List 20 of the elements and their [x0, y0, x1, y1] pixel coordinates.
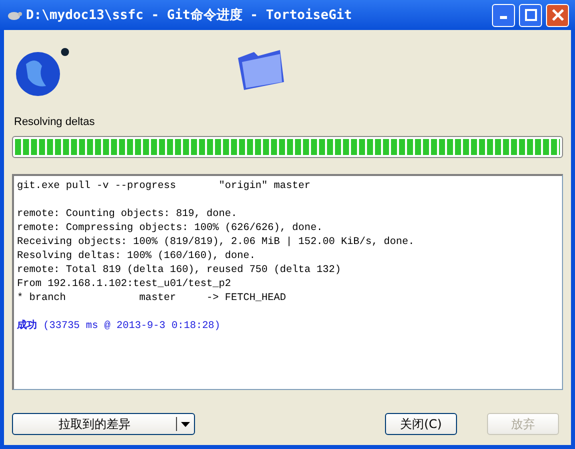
- caret-icon: [181, 422, 190, 426]
- log-line: remote: Counting objects: 819, done.: [17, 208, 238, 222]
- diff-button[interactable]: 拉取到的差异: [13, 414, 176, 434]
- log-line: Resolving deltas: 100% (160/160), done.: [17, 250, 256, 264]
- maximize-icon: [524, 9, 536, 21]
- log-line: * branch master -> FETCH_HEAD: [17, 292, 286, 306]
- log-line: From 192.168.1.102:test_u01/test_p2: [17, 278, 231, 292]
- close-dialog-button[interactable]: 关闭(C): [385, 413, 457, 435]
- log-line: git.exe pull -v --progress "origin" master: [17, 180, 310, 194]
- log-line: remote: Total 819 (delta 160), reused 750 (delta 132): [17, 264, 342, 278]
- window-title: D:\mydoc13\ssfc - Git命令进度 - TortoiseGit: [26, 6, 353, 24]
- log-line: remote: Compressing objects: 100% (626/626), done.: [17, 222, 323, 236]
- status-label: Resolving deltas: [14, 116, 96, 128]
- maximize-button[interactable]: [519, 4, 542, 26]
- minimize-button[interactable]: [492, 4, 515, 26]
- close-button[interactable]: [546, 4, 569, 26]
- close-icon: [552, 9, 564, 21]
- diff-split-button[interactable]: 拉取到的差异: [12, 413, 195, 435]
- log-line: Receiving objects: 100% (819/819), 2.06 MiB | 152.00 KiB/s, done.: [17, 236, 414, 250]
- log-line: 成功 (33735 ms @ 2013-9-3 0:18:28): [17, 320, 220, 334]
